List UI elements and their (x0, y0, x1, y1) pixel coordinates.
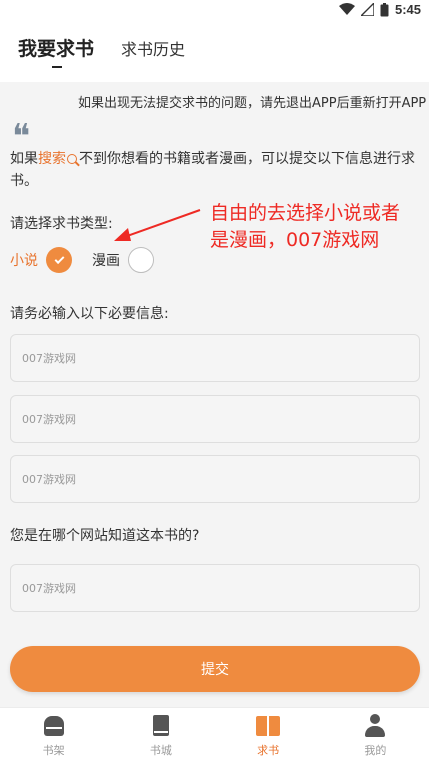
source-input[interactable] (10, 564, 420, 612)
search-icon[interactable] (67, 154, 77, 164)
radio-checked-icon[interactable] (46, 247, 72, 273)
bookstore-icon (149, 714, 173, 738)
notice-text: 如果出现无法提交求书的问题，请先退出APP后重新打开APP (78, 96, 427, 111)
nav-label-profile: 我的 (364, 744, 387, 757)
annotation-text: 自由的去选择小说或者 是漫画，007游戏网 (210, 200, 425, 254)
info-input-3[interactable] (10, 455, 420, 503)
status-icons: 5:45 (338, 2, 421, 17)
tab-indicator (52, 66, 62, 68)
source-input-field[interactable] (22, 581, 408, 595)
tab-request-history[interactable]: 求书历史 (121, 36, 185, 60)
tab-request-book[interactable]: 我要求书 (18, 34, 94, 61)
bottom-nav: 书架 书城 求书 我的 (0, 707, 429, 767)
info-input-2-field[interactable] (22, 412, 408, 426)
status-bar: 5:45 (0, 0, 429, 22)
type-label: 请选择求书类型: (10, 216, 113, 232)
info-input-2[interactable] (10, 395, 420, 443)
nav-item-bookshelf[interactable]: 书架 (0, 708, 107, 767)
nav-item-request-book[interactable]: 求书 (215, 708, 322, 767)
option-novel[interactable]: 小说 (10, 247, 72, 273)
profile-icon (363, 714, 387, 738)
annotation-line-2: 是漫画，007游戏网 (210, 229, 380, 251)
status-time: 5:45 (394, 2, 421, 17)
signal-icon (360, 3, 374, 16)
nav-label-bookshelf: 书架 (42, 744, 65, 757)
info-input-1[interactable] (10, 334, 420, 382)
battery-icon (380, 2, 389, 16)
required-info-label: 请务必输入以下必要信息: (10, 306, 169, 322)
intro-prefix: 如果 (10, 151, 38, 167)
option-comic[interactable]: 漫画 (92, 247, 154, 273)
source-label: 您是在哪个网站知道这本书的? (10, 528, 200, 544)
intro-text: 如果搜索 不到你想看的书籍或者漫画，可以提交以下信息进行求书。 (10, 148, 418, 192)
radio-unchecked-icon[interactable] (128, 247, 154, 273)
submit-button[interactable]: 提交 (10, 646, 420, 692)
info-input-3-field[interactable] (22, 472, 408, 486)
notice-bar: 如果出现无法提交求书的问题，请先退出APP后重新打开APP (0, 82, 429, 116)
option-novel-label: 小说 (10, 253, 38, 269)
search-link[interactable]: 搜索 (38, 151, 66, 167)
info-input-1-field[interactable] (22, 351, 408, 365)
nav-label-bookstore: 书城 (149, 744, 172, 757)
annotation-line-1: 自由的去选择小说或者 (210, 202, 401, 224)
nav-label-request-book: 求书 (257, 744, 280, 757)
nav-item-profile[interactable]: 我的 (322, 708, 429, 767)
option-comic-label: 漫画 (92, 253, 120, 269)
bookshelf-icon (42, 714, 66, 738)
header: 我要求书 求书历史 (0, 22, 429, 82)
wifi-icon (338, 3, 355, 15)
nav-item-bookstore[interactable]: 书城 (107, 708, 214, 767)
request-book-icon (255, 714, 281, 738)
